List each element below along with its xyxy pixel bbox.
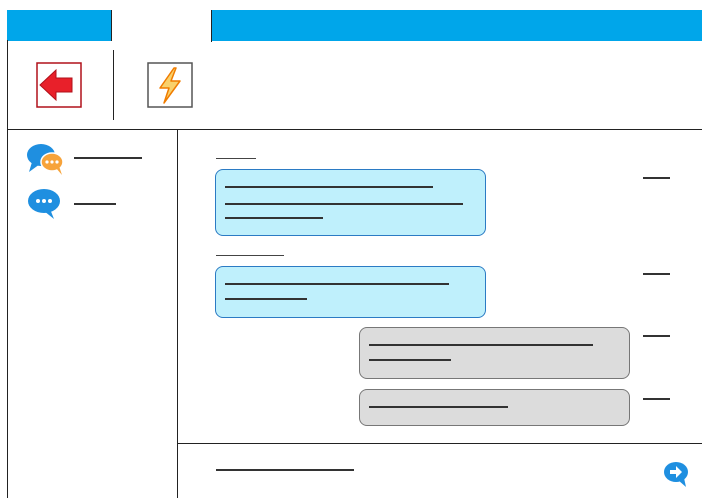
message-1-text-line bbox=[225, 203, 463, 205]
message-3-bubble[interactable] bbox=[359, 327, 630, 379]
message-3-time bbox=[643, 335, 670, 337]
arrow-left-icon bbox=[36, 62, 82, 108]
message-3-text-line bbox=[369, 344, 593, 346]
toolbar-separator bbox=[113, 50, 114, 120]
message-1-text-line bbox=[225, 186, 433, 188]
back-button[interactable] bbox=[36, 62, 82, 108]
lightning-icon bbox=[147, 62, 193, 108]
message-3-text-line bbox=[369, 359, 451, 361]
message-1-text-line bbox=[225, 217, 323, 219]
message-input-placeholder bbox=[216, 469, 354, 471]
sidebar-item-group-chat[interactable] bbox=[26, 142, 144, 176]
message-2-text-line bbox=[225, 298, 307, 300]
message-4-text-line bbox=[369, 406, 508, 408]
message-1-time bbox=[643, 177, 670, 179]
sidebar-item-group-chat-label bbox=[74, 157, 142, 159]
message-1-bubble[interactable] bbox=[215, 169, 486, 236]
message-2-text-line bbox=[225, 283, 449, 285]
tab-3[interactable] bbox=[212, 10, 702, 41]
send-icon bbox=[664, 462, 688, 487]
message-1-sender bbox=[216, 158, 256, 159]
message-2-sender bbox=[216, 255, 284, 256]
sidebar-item-chat-label bbox=[74, 203, 116, 205]
sidebar-item-chat[interactable] bbox=[26, 187, 144, 221]
tab-2-active[interactable] bbox=[112, 10, 212, 42]
message-2-time bbox=[643, 273, 670, 275]
composer-divider bbox=[177, 443, 702, 444]
toolbar-divider bbox=[7, 129, 702, 130]
message-2-bubble[interactable] bbox=[215, 266, 486, 318]
chat-icon bbox=[28, 189, 60, 219]
message-4-bubble[interactable] bbox=[359, 389, 630, 426]
message-input[interactable] bbox=[214, 455, 634, 483]
send-button[interactable] bbox=[662, 460, 692, 488]
message-4-time bbox=[643, 398, 670, 400]
tab-1[interactable] bbox=[8, 10, 112, 41]
quick-action-button[interactable] bbox=[147, 62, 193, 108]
group-chat-icon bbox=[27, 144, 64, 175]
